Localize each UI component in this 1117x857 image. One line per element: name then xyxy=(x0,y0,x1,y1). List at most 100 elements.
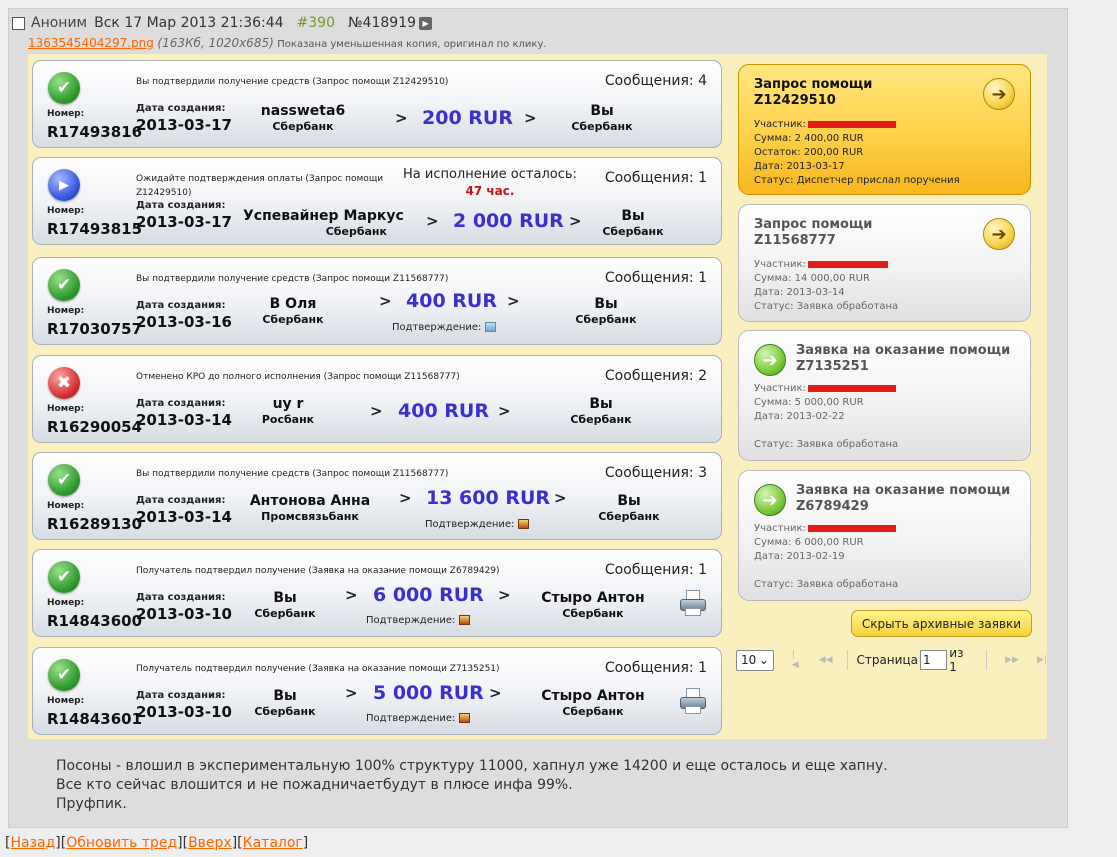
card-amount: 2 000 RUR xyxy=(453,210,564,232)
messages-link[interactable]: Сообщения: 4 xyxy=(605,73,707,89)
confirmation: Подтверждение: xyxy=(366,615,471,626)
poster-name: Аноним xyxy=(31,15,88,31)
sender-name: Вы xyxy=(273,590,297,606)
request-panel[interactable]: ➔ Заявка на оказание помощи Z6789429 Уча… xyxy=(738,470,1031,601)
confirmation: Подтверждение: xyxy=(425,519,530,530)
receiver-bank: Сбербанк xyxy=(570,413,632,426)
arrow-right-icon[interactable]: ➔ xyxy=(983,218,1015,250)
request-remainder: Остаток: 200,00 RUR xyxy=(754,147,864,158)
card-description: Вы подтвердили получение средств (Запрос… xyxy=(136,274,449,284)
confirmation: Подтверждение: xyxy=(366,713,471,724)
arrow-right-icon: > xyxy=(507,292,520,310)
card-description: Вы подтвердили получение средств (Запрос… xyxy=(136,77,449,87)
messages-link[interactable]: Сообщения: 1 xyxy=(605,270,707,286)
post-id[interactable]: №418919 xyxy=(348,15,416,31)
number-label: Номер: xyxy=(47,501,85,511)
arrow-right-icon: > xyxy=(395,109,408,127)
first-page-icon[interactable]: |◀ xyxy=(792,650,801,670)
request-status: Статус: Диспетчер прислал поручения xyxy=(754,175,960,186)
card-amount: 400 RUR xyxy=(406,290,497,312)
receiver: Вы Сбербанк xyxy=(566,296,646,328)
transaction-card: ✔ Получатель подтвердил получение (Заявк… xyxy=(32,647,722,735)
messages-link[interactable]: Сообщения: 3 xyxy=(605,465,707,481)
printer-icon[interactable] xyxy=(679,688,707,714)
check-icon: ✔ xyxy=(48,561,80,593)
sender: Вы Сбербанк xyxy=(245,688,325,720)
participant-line: Участник: xyxy=(754,383,896,394)
remaining-value: 47 час. xyxy=(465,184,515,198)
nav-refresh-link[interactable]: Обновить тред xyxy=(66,835,177,851)
receiver-bank: Сбербанк xyxy=(571,120,633,133)
sender-name: В Оля xyxy=(269,296,317,312)
request-title: Запрос помощи Z12429510 xyxy=(754,77,872,109)
sender: uy r Росбанк xyxy=(243,396,333,428)
card-date: 2013-03-14 xyxy=(136,508,232,526)
receiver: Стыро Антон Сбербанк xyxy=(538,688,648,720)
participant-label: Участник: xyxy=(754,383,806,394)
participant-line: Участник: xyxy=(754,523,896,534)
image-icon[interactable] xyxy=(459,713,471,723)
arrow-right-icon[interactable]: ➔ xyxy=(754,484,786,516)
check-icon: ✔ xyxy=(48,464,80,496)
arrow-right-icon: > xyxy=(524,109,537,127)
request-panel[interactable]: Запрос помощи Z11568777 ➔ Участник: Сумм… xyxy=(738,204,1031,322)
image-icon[interactable] xyxy=(485,322,497,332)
card-number: R14843600 xyxy=(47,612,143,630)
post-number[interactable]: #390 xyxy=(297,15,335,31)
sender: Вы Сбербанк xyxy=(245,590,325,622)
messages-link[interactable]: Сообщения: 1 xyxy=(605,170,707,186)
sender-bank: Сбербанк xyxy=(325,225,387,238)
created-label: Дата создания: xyxy=(136,398,226,409)
nav-up-link[interactable]: Вверх xyxy=(188,835,232,851)
messages-link[interactable]: Сообщения: 1 xyxy=(605,562,707,578)
pager-divider xyxy=(986,650,988,670)
printer-icon[interactable] xyxy=(679,590,707,616)
sender-bank: Росбанк xyxy=(261,413,315,426)
page-input[interactable]: 1 xyxy=(919,650,948,670)
receiver-bank: Сбербанк xyxy=(602,225,664,238)
request-type: Заявка на оказание помощи xyxy=(796,343,1011,358)
play-icon[interactable]: ▶ xyxy=(419,16,433,30)
attached-screenshot[interactable]: ✔ Вы подтвердили получение средств (Запр… xyxy=(28,54,1047,739)
card-amount: 6 000 RUR xyxy=(373,584,484,606)
request-panel[interactable]: Запрос помощи Z12429510 ➔ Участник: Сумм… xyxy=(738,64,1031,195)
message-line: Посоны - влошил в экспериментальную 100%… xyxy=(56,758,888,774)
messages-link[interactable]: Сообщения: 2 xyxy=(605,368,707,384)
arrow-right-icon: > xyxy=(345,586,358,604)
arrow-right-icon[interactable]: ➔ xyxy=(754,344,786,376)
card-description: Ожидайте подтверждения оплаты (Запрос по… xyxy=(136,174,384,198)
receiver-bank: Сбербанк xyxy=(562,607,624,620)
card-amount: 13 600 RUR xyxy=(426,487,551,509)
transaction-card: ✔ Вы подтвердили получение средств (Запр… xyxy=(32,257,722,345)
arrow-right-icon: > xyxy=(554,489,567,507)
hide-archive-button[interactable]: Скрыть архивные заявки xyxy=(851,610,1032,637)
receiver-name: Стыро Антон xyxy=(541,590,645,606)
last-page-icon[interactable]: ▶| xyxy=(1037,655,1047,665)
nav-back-link[interactable]: Назад xyxy=(10,835,55,851)
card-description: Получатель подтвердил получение (Заявка … xyxy=(136,664,500,674)
sender: В Оля Сбербанк xyxy=(243,296,343,328)
receiver-name: Вы xyxy=(617,493,641,509)
prev-page-icon[interactable]: ◀◀ xyxy=(819,655,833,665)
receiver-bank: Сбербанк xyxy=(562,705,624,718)
image-icon[interactable] xyxy=(459,615,471,625)
participant-line: Участник: xyxy=(754,259,888,270)
nav-catalog-link[interactable]: Каталог xyxy=(243,835,303,851)
check-icon: ✔ xyxy=(48,269,80,301)
sender-bank: Промсвязьбанк xyxy=(261,510,359,523)
post-checkbox[interactable] xyxy=(12,16,25,30)
file-link[interactable]: 1363545404297.png xyxy=(28,36,154,50)
card-date: 2013-03-10 xyxy=(136,703,232,721)
request-status: Статус: Заявка обработана xyxy=(754,579,899,590)
per-page-select[interactable]: 10 ⌄ xyxy=(736,649,774,671)
next-page-icon[interactable]: ▶▶ xyxy=(1005,655,1019,665)
messages-link[interactable]: Сообщения: 1 xyxy=(605,660,707,676)
arrow-right-icon: > xyxy=(345,684,358,702)
thread-nav: [Назад][Обновить тред][Вверх][Каталог] xyxy=(5,835,309,851)
sender-bank: Сбербанк xyxy=(254,705,316,718)
arrow-right-icon[interactable]: ➔ xyxy=(983,78,1015,110)
message-line: Все кто сейчас влошится и не пожадничает… xyxy=(56,777,573,793)
arrow-right-icon: > xyxy=(498,402,511,420)
request-panel[interactable]: ➔ Заявка на оказание помощи Z7135251 Уча… xyxy=(738,330,1031,461)
image-icon[interactable] xyxy=(518,519,530,529)
